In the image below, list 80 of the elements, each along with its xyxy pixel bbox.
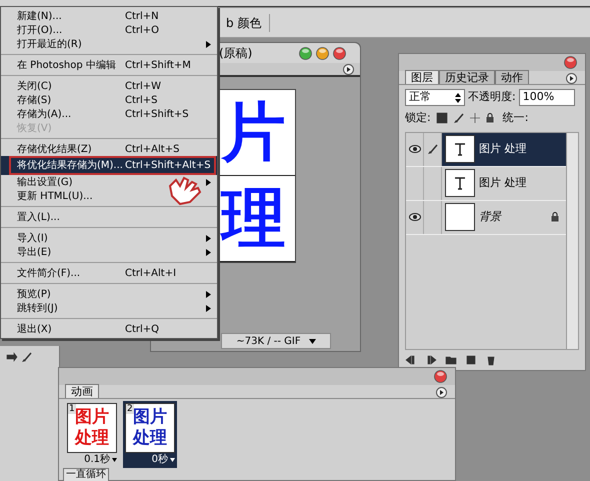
menu-item[interactable]: 新建(N)... Ctrl+N xyxy=(1,9,217,23)
zoom-button[interactable] xyxy=(299,46,312,60)
eye-icon xyxy=(408,213,420,221)
panel-menu-icon[interactable] xyxy=(566,73,577,84)
menu-item[interactable]: 打开最近的(R) xyxy=(1,37,217,51)
frame-text: 图片 xyxy=(133,407,167,428)
menu-item[interactable]: 存储优化结果(Z) Ctrl+Alt+S xyxy=(1,142,217,156)
spinner-arrows-icon xyxy=(455,92,461,102)
layer-name: 图片 处理 xyxy=(479,174,528,191)
frame-delay[interactable]: 0秒 xyxy=(152,453,168,466)
lock-transparency-icon[interactable] xyxy=(436,112,448,124)
layer-thumbnail xyxy=(445,203,475,231)
minimize-button[interactable] xyxy=(316,46,329,60)
text-layer-icon xyxy=(454,142,466,156)
menu-item[interactable]: 预览(P) xyxy=(1,287,217,301)
scrollbar[interactable] xyxy=(566,132,578,348)
trash-icon[interactable] xyxy=(485,354,497,366)
menu-item[interactable]: 更新 HTML(U)... xyxy=(1,189,217,203)
menu-item[interactable]: 导出(E) xyxy=(1,245,217,259)
layer-row[interactable]: 图片 处理 xyxy=(406,166,566,200)
brush-icon xyxy=(21,352,32,363)
close-button[interactable] xyxy=(564,56,577,69)
layer-row[interactable]: 背景 xyxy=(406,200,566,234)
menu-item[interactable]: 文件简介(F)... Ctrl+Alt+I xyxy=(1,266,217,280)
menu-item[interactable]: 存储(S) Ctrl+S xyxy=(1,93,217,107)
layer-row[interactable]: 图片 处理 xyxy=(406,132,566,166)
close-button[interactable] xyxy=(434,370,447,383)
color-label: b 颜色 xyxy=(226,14,270,32)
submenu-arrow-icon xyxy=(206,40,211,48)
layer-name: 图片 处理 xyxy=(479,140,528,157)
brush-icon xyxy=(452,112,464,124)
canvas-text: 片 xyxy=(222,100,286,164)
blend-mode-select[interactable]: 正常 xyxy=(405,89,465,106)
frame-text: 图片 xyxy=(75,407,109,428)
jump-to-icon[interactable] xyxy=(6,352,18,364)
dropdown-icon[interactable] xyxy=(112,458,117,462)
text-layer-icon xyxy=(454,176,466,190)
menu-item[interactable]: 存储为(A)... Ctrl+Shift+S xyxy=(1,107,217,121)
move-icon[interactable] xyxy=(468,112,481,124)
status-text: ~73K / -- GIF xyxy=(236,334,301,348)
menu-item[interactable]: 打开(O)... Ctrl+O xyxy=(1,23,217,37)
panel-menu-icon[interactable] xyxy=(343,64,354,74)
panel-tab[interactable]: 动画 xyxy=(65,384,99,398)
dropdown-icon[interactable] xyxy=(308,338,316,344)
new-layer-icon[interactable] xyxy=(465,354,477,366)
menu-item[interactable]: 退出(X) Ctrl+Q xyxy=(1,322,217,336)
frame-delay[interactable]: 0.1秒 xyxy=(84,453,110,466)
brush-icon xyxy=(427,144,438,154)
next-icon[interactable] xyxy=(425,354,437,366)
frame-number: 1 xyxy=(68,404,76,414)
previous-icon[interactable] xyxy=(405,354,417,366)
lock-label: 锁定: xyxy=(405,110,431,126)
lock-icon xyxy=(551,212,559,222)
panel-tab[interactable]: 历史记录 xyxy=(439,70,495,84)
menu-item[interactable]: 导入(I) xyxy=(1,231,217,245)
menu-item[interactable]: 置入(L)... xyxy=(1,210,217,224)
canvas-text: 理 xyxy=(222,186,286,250)
frame-text: 处理 xyxy=(133,428,167,449)
menu-item[interactable]: 跳转到(J) xyxy=(1,301,217,315)
menu-item[interactable]: 关闭(C) Ctrl+W xyxy=(1,79,217,93)
submenu-arrow-icon xyxy=(206,178,211,186)
hand-cursor-icon xyxy=(168,176,202,206)
menu-item[interactable]: 在 Photoshop 中编辑 Ctrl+Shift+M xyxy=(1,58,217,72)
opacity-label: 不透明度: xyxy=(468,89,516,106)
frame-text: 处理 xyxy=(75,428,109,449)
opacity-field[interactable]: 100% xyxy=(518,89,575,106)
close-button[interactable] xyxy=(333,46,346,60)
menu-item[interactable]: 输出设置(G) xyxy=(1,175,217,189)
unify-label: 统一: xyxy=(502,110,528,126)
window-title: (原稿) xyxy=(219,45,254,62)
lock-icon xyxy=(486,113,494,124)
eye-icon xyxy=(408,145,420,153)
panel-tab[interactable]: 图层 xyxy=(405,70,439,84)
menu-item[interactable]: 将优化结果存储为(M)... Ctrl+Shift+Alt+S xyxy=(1,156,217,175)
frame-number: 2 xyxy=(126,404,134,414)
loop-select[interactable]: 一直循环 xyxy=(63,468,109,481)
panel-tab[interactable]: 动作 xyxy=(495,70,529,84)
panel-menu-icon[interactable] xyxy=(436,387,447,398)
dropdown-icon[interactable] xyxy=(170,458,175,462)
layer-name: 背景 xyxy=(479,208,503,225)
